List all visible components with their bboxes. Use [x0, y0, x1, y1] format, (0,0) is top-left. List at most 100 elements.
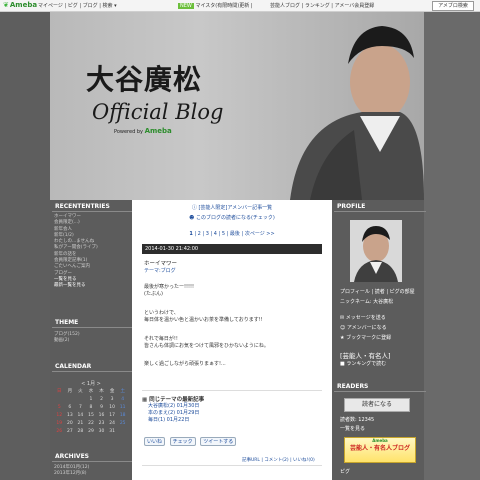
calendar-day[interactable]: 10	[107, 403, 118, 411]
calendar-day[interactable]	[65, 395, 76, 403]
calendar-day[interactable]: 15	[86, 411, 97, 419]
top-right-links[interactable]: 芸能人ブログ | ランキング | アメーバ会員登録	[270, 2, 374, 9]
page-link[interactable]: 3	[206, 231, 209, 237]
powered-by: Powered by Ameba	[114, 127, 172, 135]
calendar-month[interactable]: < 1月 >	[54, 380, 128, 387]
top-notice-text: マイスタ(有限時間)更新 |	[195, 3, 253, 9]
calendar-day[interactable]: 23	[96, 419, 107, 427]
check-button[interactable]: チェック	[169, 437, 196, 446]
calendar-day[interactable]: 25	[117, 419, 128, 427]
calendar-day[interactable]: 6	[65, 403, 76, 411]
amember-link[interactable]: ☺ アメンバーになる	[340, 324, 387, 331]
last-page-link[interactable]: 最後	[230, 231, 240, 237]
calendar-day[interactable]: 12	[54, 411, 65, 419]
profile-links[interactable]: プロフィール | 読者 | ピグの部屋	[340, 288, 415, 295]
calendar-day[interactable]: 2	[96, 395, 107, 403]
bookmark-link[interactable]: ★ ブックマークに登録	[340, 334, 391, 341]
divider	[142, 390, 322, 391]
post-theme[interactable]: テーマ:ブログ	[144, 268, 176, 275]
related-title: ▦ 同じテーマの最新記事	[142, 395, 322, 403]
member-icon: ☺	[340, 325, 346, 331]
new-badge: NEW	[178, 3, 194, 9]
calendar-day[interactable]: 16	[96, 411, 107, 419]
ameba-logo-text: Ameba	[9, 1, 38, 9]
calendar-week: 12 13 14 15 16 17 18	[54, 411, 128, 419]
post-line: 毎日体を温かい色と温かいお茶を準備しております!!	[144, 317, 263, 323]
calendar-day[interactable]: 1	[86, 395, 97, 403]
post-line: 楽しく過ごしながら頑張りまぁす!...	[144, 361, 226, 367]
calendar-day[interactable]: 20	[65, 419, 76, 427]
next-page-link[interactable]: 次ページ >>	[245, 231, 275, 237]
ameba-logo[interactable]: ❦Ameba	[3, 1, 37, 9]
become-reader-button[interactable]: 読者になる	[344, 398, 410, 412]
related-item[interactable]: 毎日(1) 01月22日	[148, 417, 322, 424]
reader-notice[interactable]: ☻ このブログの読者になる(チェック)	[132, 214, 332, 221]
page-link[interactable]: 4	[214, 231, 217, 237]
send-message-text: メッセージを送る	[345, 315, 386, 321]
right-sidebar: PROFILE プロフィール | 読者 | ピグの部屋 ニックネーム: 大谷廣松…	[332, 200, 426, 480]
calendar-day[interactable]	[54, 395, 65, 403]
calendar-day[interactable]: 17	[107, 411, 118, 419]
pigg-link[interactable]: ピグ	[340, 468, 350, 475]
calendar-day[interactable]: 29	[86, 427, 97, 435]
amember-text: アメンバーになる	[346, 325, 387, 331]
profile-avatar-image	[350, 220, 402, 282]
top-notice[interactable]: NEW マイスタ(有限時間)更新 |	[178, 2, 252, 9]
calendar-day[interactable]: 13	[65, 411, 76, 419]
tweet-button[interactable]: ツイートする	[200, 437, 237, 446]
calendar-day[interactable]: 8	[86, 403, 97, 411]
blog-subtitle: Official Blog	[92, 100, 224, 124]
recent-latest-link[interactable]: 最新一覧を見る	[54, 283, 128, 289]
reader-notice-text: このブログの読者になる(チェック)	[195, 215, 275, 221]
calendar-day[interactable]: 24	[107, 419, 118, 427]
calendar-day[interactable]: 30	[96, 427, 107, 435]
page-link[interactable]: 5	[222, 231, 225, 237]
related-item[interactable]: 大谷廣松(2) 01月30日	[148, 403, 322, 410]
calendar-day[interactable]: 9	[96, 403, 107, 411]
calendar-day[interactable]: 3	[107, 395, 118, 403]
list-icon: ▦	[142, 397, 148, 403]
calendar-day[interactable]: 27	[65, 427, 76, 435]
celebrity-blog-banner[interactable]: Ameba 芸能人・有名人ブログ	[344, 437, 416, 463]
calendar-day[interactable]: 5	[54, 403, 65, 411]
post-title[interactable]: ホーイマワー	[144, 259, 177, 267]
calendar-day[interactable]: 22	[86, 419, 97, 427]
blog-owner-name: 大谷廣松	[86, 63, 203, 96]
weekday: 水	[88, 389, 94, 394]
send-message-link[interactable]: ✉ メッセージを送る	[340, 314, 386, 321]
calendar-day[interactable]: 7	[75, 403, 86, 411]
left-sidebar: RECENTENTRIES ホーイマワー 会員限定(...) 新年会人 新年(1…	[50, 200, 134, 480]
calendar-day[interactable]: 18	[117, 411, 128, 419]
calendar-day[interactable]: 31	[107, 427, 118, 435]
blog-header[interactable]: 大谷廣松 Official Blog Powered by Ameba	[50, 12, 424, 200]
top-nav[interactable]: マイページ | ピグ | ブログ | 検索 ▾	[38, 2, 117, 9]
readers-more-link[interactable]: 一覧を見る	[340, 425, 365, 432]
profile-photo[interactable]	[350, 220, 402, 282]
ranking-link[interactable]: ■ ランキングで読む	[340, 360, 386, 367]
calendar-day[interactable]: 4	[117, 395, 128, 403]
profile-nickname: ニックネーム: 大谷廣松	[340, 299, 394, 305]
calendar-day[interactable]	[117, 427, 128, 435]
page-link[interactable]: 2	[198, 231, 201, 237]
page-link[interactable]: 1	[189, 231, 192, 237]
calendar-day[interactable]: 19	[54, 419, 65, 427]
calendar-day[interactable]	[75, 395, 86, 403]
ameblo-search-button[interactable]: アメブロ検索	[432, 1, 474, 11]
ameba-top-bar: ❦Ameba マイページ | ピグ | ブログ | 検索 ▾ NEW マイスタ(…	[0, 0, 480, 12]
calendar-day[interactable]: 28	[75, 427, 86, 435]
calendar-day[interactable]: 21	[75, 419, 86, 427]
post-line: 皆さんも体調にお気をつけて風邪をひかないようにね。	[144, 343, 269, 349]
calendar-day[interactable]: 26	[54, 427, 65, 435]
theme-item[interactable]: 動画(2)	[54, 338, 128, 344]
post-footer-links[interactable]: 記事URL | コメント(2) | いいね!(0)	[242, 457, 315, 463]
post-line: それで毎日が!!	[144, 336, 178, 342]
amember-notice[interactable]: ⓘ [芸能人限定]アメンバー記事一覧	[132, 204, 332, 211]
ranking-category[interactable]: [芸能人・有名人]	[340, 350, 391, 360]
related-item[interactable]: 本のまえ(2) 01月29日	[148, 410, 322, 417]
like-button[interactable]: いいね	[144, 437, 166, 446]
share-buttons: いいね チェック ツイートする	[144, 437, 239, 446]
calendar-day[interactable]: 11	[117, 403, 128, 411]
archives-list: 2014年01月(12) 2013年12月(8)	[54, 465, 128, 478]
archive-item[interactable]: 2013年12月(8)	[54, 471, 128, 477]
calendar-day[interactable]: 14	[75, 411, 86, 419]
